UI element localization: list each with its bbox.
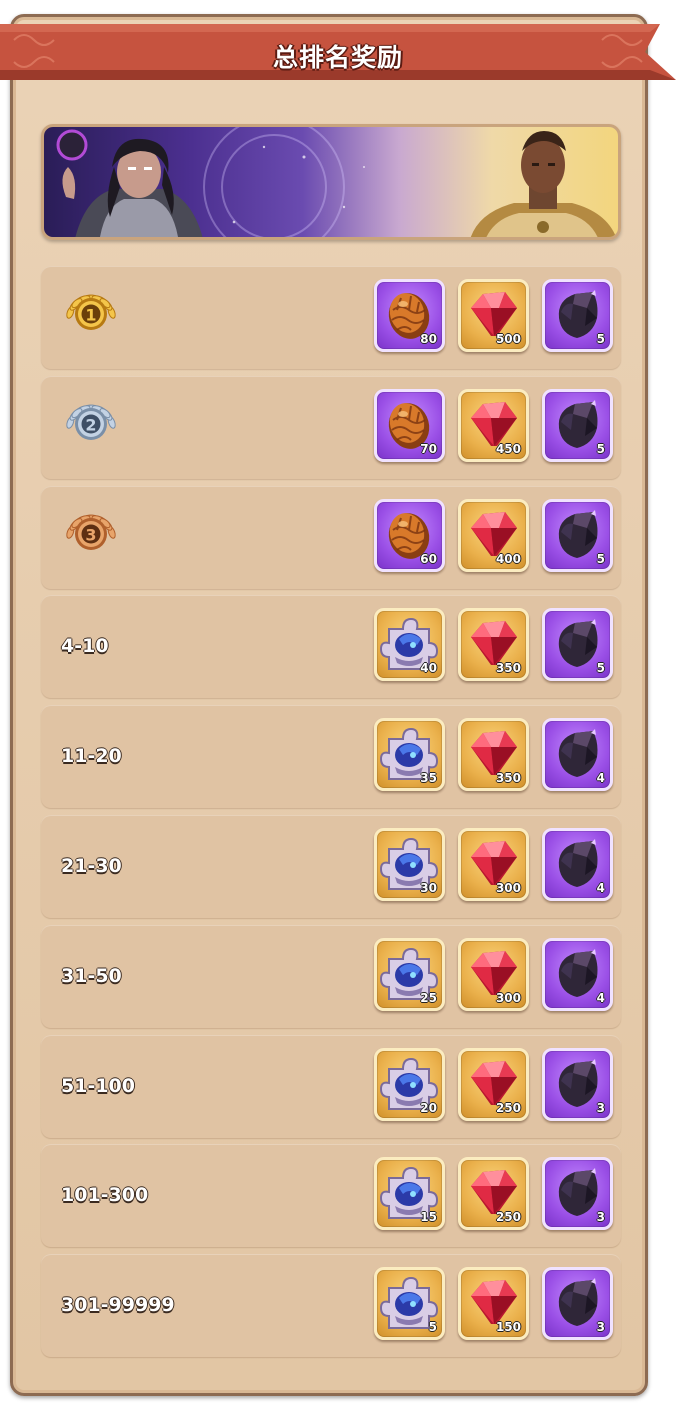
reward-item-slot[interactable]: 60 [374,499,445,572]
item-quantity: 80 [420,332,437,346]
reward-item-slot[interactable]: 3 [542,1267,613,1340]
reward-items: 80 500 5 [374,279,613,355]
reward-item-slot[interactable]: 80 [374,279,445,352]
reward-items: 70 450 5 [374,389,613,465]
reward-items: 35 350 4 [374,718,613,794]
item-quantity: 20 [420,1101,437,1115]
item-quantity: 5 [596,332,605,346]
reward-row: 31-50 25 300 4 [41,925,621,1028]
reward-item-slot[interactable]: 400 [458,499,529,572]
item-quantity: 350 [495,771,521,785]
reward-item-slot[interactable]: 3 [542,1157,613,1230]
rank-range-label: 21-30 [61,855,122,877]
reward-row: 101-300 15 250 3 [41,1144,621,1247]
reward-item-slot[interactable]: 350 [458,608,529,681]
item-quantity: 35 [420,771,437,785]
warrior-hero-portrait [470,131,616,237]
item-quantity: 30 [420,881,437,895]
item-quantity: 60 [420,552,437,566]
silver-medal-icon: 2 [63,400,119,456]
reward-row: 11-20 35 350 4 [41,705,621,808]
item-quantity: 4 [596,991,605,1005]
reward-items: 30 300 4 [374,828,613,904]
item-quantity: 300 [495,991,521,1005]
item-quantity: 5 [428,1320,437,1334]
reward-items: 25 300 4 [374,938,613,1014]
reward-row: 2 70 450 5 [41,376,621,479]
page-title: 总排名奖励 [272,43,403,72]
reward-items: 5 150 3 [374,1267,613,1343]
reward-item-slot[interactable]: 250 [458,1048,529,1121]
item-quantity: 3 [596,1320,605,1334]
event-banner [41,124,621,240]
item-quantity: 3 [596,1101,605,1115]
item-quantity: 450 [495,442,521,456]
item-quantity: 250 [495,1101,521,1115]
item-quantity: 400 [495,552,521,566]
item-quantity: 300 [495,881,521,895]
item-quantity: 25 [420,991,437,1005]
reward-item-slot[interactable]: 40 [374,608,445,681]
reward-item-slot[interactable]: 5 [542,389,613,462]
item-quantity: 250 [495,1210,521,1224]
reward-items: 15 250 3 [374,1157,613,1233]
svg-text:2: 2 [85,416,96,435]
rank-range-label: 11-20 [61,745,122,767]
reward-item-slot[interactable]: 3 [542,1048,613,1121]
item-quantity: 70 [420,442,437,456]
reward-row: 301-99999 5 150 3 [41,1254,621,1357]
reward-item-slot[interactable]: 500 [458,279,529,352]
reward-row: 1 80 500 5 [41,266,621,369]
reward-item-slot[interactable]: 300 [458,828,529,901]
item-quantity: 150 [495,1320,521,1334]
mage-hero-portrait [56,129,203,237]
item-quantity: 3 [596,1210,605,1224]
reward-item-slot[interactable]: 4 [542,828,613,901]
reward-items: 60 400 5 [374,499,613,575]
rank-range-label: 51-100 [61,1075,135,1097]
rank-range-label: 31-50 [61,965,122,987]
rank-range-label: 101-300 [61,1184,149,1206]
bronze-medal-icon: 3 [63,510,119,566]
reward-items: 20 250 3 [374,1048,613,1124]
reward-item-slot[interactable]: 300 [458,938,529,1011]
reward-items: 40 350 5 [374,608,613,684]
reward-item-slot[interactable]: 5 [542,608,613,681]
reward-item-slot[interactable]: 5 [542,499,613,572]
title-ribbon: 总排名奖励 [0,18,676,96]
reward-item-slot[interactable]: 4 [542,718,613,791]
item-quantity: 5 [596,552,605,566]
reward-item-slot[interactable]: 20 [374,1048,445,1121]
reward-row: 4-10 40 350 5 [41,595,621,698]
reward-item-slot[interactable]: 450 [458,389,529,462]
svg-text:3: 3 [85,526,96,545]
item-quantity: 500 [495,332,521,346]
reward-item-slot[interactable]: 30 [374,828,445,901]
reward-item-slot[interactable]: 150 [458,1267,529,1340]
reward-row: 51-100 20 250 3 [41,1035,621,1138]
reward-item-slot[interactable]: 25 [374,938,445,1011]
svg-text:1: 1 [85,306,96,325]
item-quantity: 40 [420,661,437,675]
reward-item-slot[interactable]: 4 [542,938,613,1011]
item-quantity: 5 [596,442,605,456]
reward-item-slot[interactable]: 15 [374,1157,445,1230]
reward-row: 3 60 400 5 [41,486,621,589]
reward-item-slot[interactable]: 35 [374,718,445,791]
item-quantity: 4 [596,881,605,895]
reward-item-slot[interactable]: 5 [374,1267,445,1340]
item-quantity: 5 [596,661,605,675]
gold-medal-icon: 1 [63,290,119,346]
item-quantity: 4 [596,771,605,785]
reward-item-slot[interactable]: 5 [542,279,613,352]
item-quantity: 15 [420,1210,437,1224]
item-quantity: 350 [495,661,521,675]
reward-row: 21-30 30 300 4 [41,815,621,918]
reward-item-slot[interactable]: 250 [458,1157,529,1230]
reward-item-slot[interactable]: 70 [374,389,445,462]
reward-item-slot[interactable]: 350 [458,718,529,791]
rank-range-label: 301-99999 [61,1294,175,1316]
rank-range-label: 4-10 [61,635,109,657]
